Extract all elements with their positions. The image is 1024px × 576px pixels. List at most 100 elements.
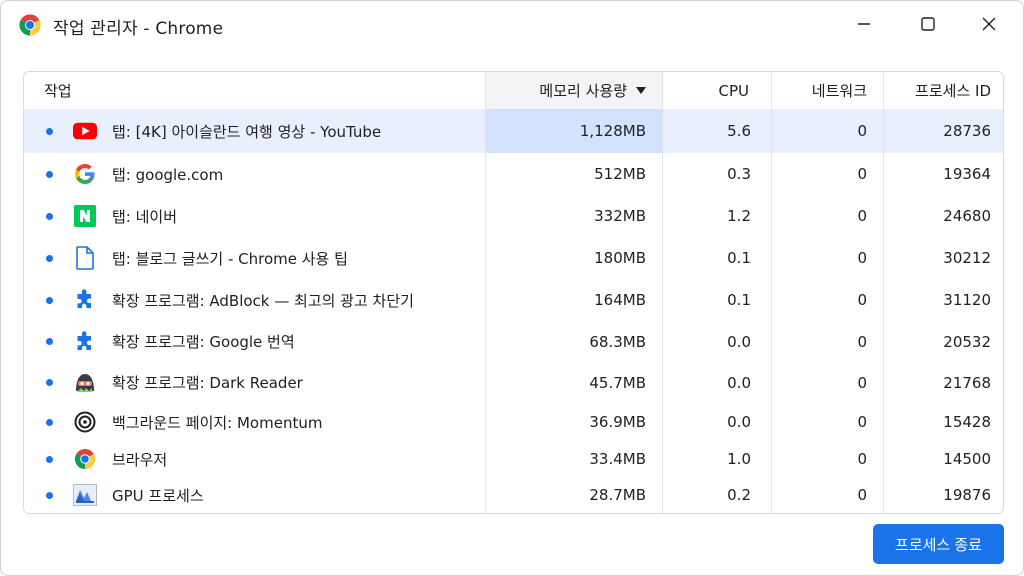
task-label: 확장 프로그램: Google 번역 [112,333,295,351]
network-cell: 0 [771,279,883,321]
process-table: 작업 메모리 사용량 CPU 네트워크 프로세스 ID 탭: [4K] 아이슬란… [23,71,1004,514]
table-row[interactable]: 확장 프로그램: Google 번역 68.3MB 0.0 0 20532 [24,321,1003,362]
network-cell: 0 [771,362,883,403]
column-header-task[interactable]: 작업 [24,72,485,109]
pid-cell: 20532 [883,321,1003,362]
table-row[interactable]: 백그라운드 페이지: Momentum 36.9MB 0.0 0 15428 [24,403,1003,441]
task-label: 확장 프로그램: AdBlock — 최고의 광고 차단기 [112,291,414,310]
memory-cell: 512MB [485,153,662,195]
cpu-cell: 0.0 [662,362,771,403]
status-dot [46,418,53,426]
gpu-icon [73,483,97,507]
memory-cell: 33.4MB [485,441,662,477]
chrome-logo-icon [19,14,41,36]
status-dot [46,379,53,386]
task-cell: 브라우저 [24,441,485,477]
network-cell: 0 [771,195,883,237]
network-cell: 0 [771,109,883,153]
task-label: 탭: 블로그 글쓰기 - Chrome 사용 팁 [112,249,348,268]
table-row[interactable]: 탭: 네이버 332MB 1.2 0 24680 [24,195,1003,237]
column-header-pid[interactable]: 프로세스 ID [883,72,1003,109]
column-header-memory[interactable]: 메모리 사용량 [485,72,662,109]
task-manager-window: 작업 관리자 - Chrome 작업 메모리 사용량 CPU 네트워크 프로세스… [0,0,1024,576]
cpu-cell: 0.0 [662,321,771,362]
chrome-icon [73,447,97,471]
table-row[interactable]: 확장 프로그램: Dark Reader 45.7MB 0.0 0 21768 [24,362,1003,403]
table-row[interactable]: 확장 프로그램: AdBlock — 최고의 광고 차단기 164MB 0.1 0 31… [24,279,1003,321]
table-row[interactable]: GPU 프로세스 28.7MB 0.2 0 19876 [24,477,1003,513]
task-cell: 확장 프로그램: AdBlock — 최고의 광고 차단기 [24,279,485,321]
cpu-cell: 0.1 [662,279,771,321]
status-dot [46,296,53,304]
task-cell: 확장 프로그램: Google 번역 [24,321,485,362]
dark-reader-icon [73,371,97,395]
status-dot [46,491,53,499]
pid-cell: 30212 [883,237,1003,279]
task-label: 브라우저 [112,450,168,469]
network-cell: 0 [771,477,883,513]
task-label: GPU 프로세스 [112,486,204,505]
memory-cell: 180MB [485,237,662,279]
task-cell: GPU 프로세스 [24,477,485,513]
task-cell: 탭: 블로그 글쓰기 - Chrome 사용 팁 [24,237,485,279]
network-cell: 0 [771,153,883,195]
status-dot [46,127,53,135]
puzzle-icon [73,330,97,354]
memory-cell: 332MB [485,195,662,237]
sort-descending-icon [636,86,646,94]
task-label: 탭: 네이버 [112,207,178,226]
column-header-cpu[interactable]: CPU [662,72,771,109]
maximize-icon [921,17,935,31]
title-bar[interactable]: 작업 관리자 - Chrome [1,1,1023,49]
status-dot [46,212,53,220]
memory-cell: 164MB [485,279,662,321]
status-dot [46,455,53,463]
naver-icon [73,204,97,228]
table-row[interactable]: 탭: google.com 512MB 0.3 0 19364 [24,153,1003,195]
memory-cell: 45.7MB [485,362,662,403]
status-dot [46,254,53,262]
column-header-network[interactable]: 네트워크 [771,72,883,109]
google-icon [73,162,97,186]
cpu-cell: 5.6 [662,109,771,153]
cpu-cell: 0.2 [662,477,771,513]
pid-cell: 14500 [883,441,1003,477]
cpu-cell: 0.3 [662,153,771,195]
pid-cell: 28736 [883,109,1003,153]
task-cell: 탭: 네이버 [24,195,485,237]
document-icon [73,246,97,270]
end-process-button[interactable]: 프로세스 종료 [873,524,1004,564]
task-cell: 탭: [4K] 아이슬란드 여행 영상 - YouTube [24,109,485,153]
table-row[interactable]: 브라우저 33.4MB 1.0 0 14500 [24,441,1003,477]
cpu-cell: 1.2 [662,195,771,237]
minimize-button[interactable] [836,1,892,47]
cpu-cell: 0.1 [662,237,771,279]
youtube-icon [73,119,97,143]
pid-cell: 21768 [883,362,1003,403]
network-cell: 0 [771,403,883,441]
momentum-icon [73,410,97,434]
task-label: 백그라운드 페이지: Momentum [112,413,323,432]
close-button[interactable] [961,1,1017,47]
maximize-button[interactable] [900,1,956,47]
network-cell: 0 [771,237,883,279]
task-label: 탭: google.com [112,165,224,184]
network-cell: 0 [771,441,883,477]
minimize-icon [858,23,870,25]
cpu-cell: 0.0 [662,403,771,441]
memory-cell: 36.9MB [485,403,662,441]
pid-cell: 31120 [883,279,1003,321]
table-row[interactable]: 탭: [4K] 아이슬란드 여행 영상 - YouTube 1,128MB 5.6 0… [24,109,1003,153]
task-cell: 탭: google.com [24,153,485,195]
status-dot [46,170,53,178]
table-header: 작업 메모리 사용량 CPU 네트워크 프로세스 ID [24,72,1003,110]
table-row[interactable]: 탭: 블로그 글쓰기 - Chrome 사용 팁 180MB 0.1 0 30212 [24,237,1003,279]
pid-cell: 19364 [883,153,1003,195]
task-label: 확장 프로그램: Dark Reader [112,374,303,392]
task-label: 탭: [4K] 아이슬란드 여행 영상 - YouTube [112,122,382,141]
pid-cell: 24680 [883,195,1003,237]
memory-cell: 1,128MB [485,109,662,153]
window-title: 작업 관리자 - Chrome [53,19,224,39]
pid-cell: 15428 [883,403,1003,441]
memory-cell: 28.7MB [485,477,662,513]
